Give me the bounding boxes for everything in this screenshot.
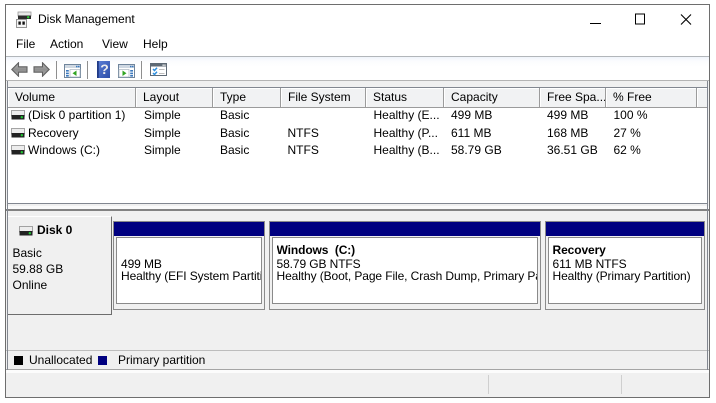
svg-text:?: ? <box>100 61 109 77</box>
